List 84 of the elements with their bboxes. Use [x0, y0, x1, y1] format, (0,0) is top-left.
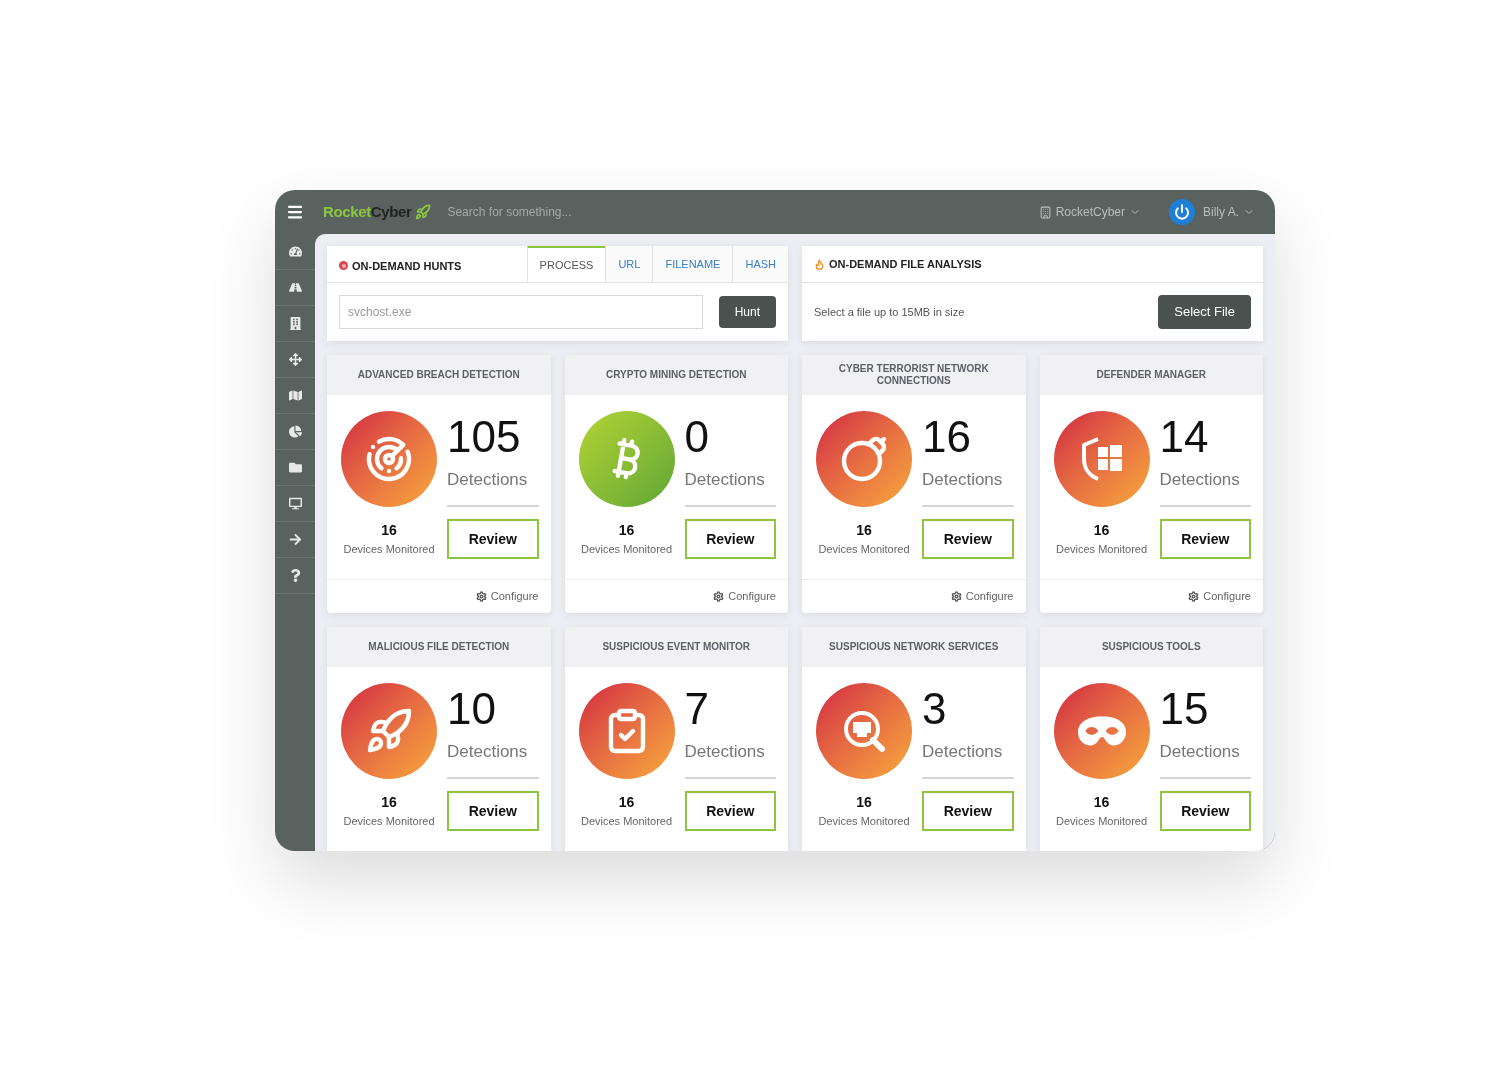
logo-wordmark: RocketCyber	[323, 201, 412, 222]
help-icon	[288, 569, 302, 582]
review-button[interactable]: Review	[447, 791, 539, 831]
review-button[interactable]: Review	[447, 519, 539, 559]
detections-label: Detections	[684, 469, 765, 491]
devices-label: Devices Monitored	[1055, 542, 1148, 558]
devices-label: Devices Monitored	[580, 542, 673, 558]
devices-label: Devices Monitored	[1055, 814, 1148, 830]
record-icon	[339, 261, 348, 271]
building-icon	[1038, 205, 1052, 219]
device-count: 16	[1093, 793, 1110, 813]
device-count: 16	[381, 521, 397, 541]
devices-label: Devices Monitored	[343, 542, 435, 558]
building-icon	[288, 317, 302, 330]
configure-link[interactable]: Configure	[713, 588, 776, 605]
devices-label: Devices Monitored	[818, 542, 910, 558]
review-button[interactable]: Review	[1159, 791, 1251, 831]
detection-count: 0	[684, 415, 709, 459]
configure-link[interactable]: Configure	[475, 588, 539, 605]
settings-icon	[1188, 591, 1200, 602]
rocket-logo-icon	[415, 204, 432, 220]
devices-label: Devices Monitored	[343, 814, 435, 830]
select-file-button[interactable]: Select File	[1158, 295, 1251, 329]
card-title: DEFENDER MANAGER	[1096, 368, 1206, 382]
detections-label: Detections	[922, 741, 1003, 763]
review-button[interactable]: Review	[684, 791, 776, 831]
flame-icon	[814, 258, 825, 270]
file-size-hint: Select a file up to 15MB in size	[814, 304, 965, 320]
power-icon	[1169, 199, 1195, 225]
detection-count: 15	[1159, 687, 1209, 731]
detection-count: 7	[684, 687, 709, 731]
card-title: ADVANCED BREACH DETECTION	[357, 368, 520, 382]
settings-icon	[950, 591, 962, 602]
device-count: 16	[618, 793, 635, 813]
devices-label: Devices Monitored	[580, 814, 673, 830]
card-title: CRYPTO MINING DETECTION	[605, 368, 747, 382]
detections-label: Detections	[684, 741, 765, 763]
detection-count: 105	[447, 415, 521, 459]
configure-link[interactable]: Configure	[950, 588, 1014, 605]
card-title: MALICIOUS FILE DETECTION	[368, 640, 510, 654]
device-count: 16	[618, 521, 635, 541]
road-icon	[288, 281, 302, 294]
detections-label: Detections	[1159, 741, 1240, 763]
hunt-tab[interactable]: HASH	[732, 246, 788, 282]
review-button[interactable]: Review	[684, 519, 776, 559]
device-count: 16	[381, 793, 397, 813]
detections-label: Detections	[922, 469, 1003, 491]
settings-icon	[713, 591, 725, 602]
folder-icon	[288, 461, 302, 474]
pie-chart-icon	[288, 425, 302, 438]
configure-link[interactable]: Configure	[1188, 588, 1251, 605]
monitor-icon	[288, 497, 302, 510]
review-button[interactable]: Review	[922, 791, 1014, 831]
arrow-right-icon	[288, 533, 302, 546]
detection-count: 10	[447, 687, 496, 731]
detections-label: Detections	[1159, 469, 1240, 491]
review-button[interactable]: Review	[1159, 519, 1251, 559]
search-field[interactable]: Search for something...	[447, 198, 708, 226]
panel-title: ON-DEMAND HUNTS	[352, 258, 462, 274]
settings-icon	[475, 591, 487, 602]
panel-title: ON-DEMAND FILE ANALYSIS	[829, 256, 982, 272]
hunt-input-field[interactable]: svchost.exe	[339, 295, 703, 329]
device-count: 16	[856, 521, 872, 541]
hunt-tab[interactable]: FILENAME	[652, 246, 733, 282]
device-count: 16	[1093, 521, 1110, 541]
detections-label: Detections	[447, 741, 528, 763]
detection-count: 3	[922, 687, 947, 731]
device-count: 16	[856, 793, 872, 813]
card-title: SUSPICIOUS EVENT MONITOR	[602, 640, 751, 654]
card-title: SUSPICIOUS NETWORK SERVICES	[829, 640, 999, 654]
hunt-tab[interactable]: PROCESS	[526, 246, 606, 282]
hunt-button[interactable]: Hunt	[718, 296, 776, 328]
detection-count: 16	[922, 415, 971, 459]
review-button[interactable]: Review	[922, 519, 1014, 559]
card-title: SUSPICIOUS TOOLS	[1101, 640, 1201, 654]
detections-label: Detections	[447, 469, 528, 491]
hunt-tab[interactable]: URL	[605, 246, 653, 282]
menu-icon	[286, 203, 304, 221]
map-icon	[288, 389, 302, 402]
move-arrows-icon	[288, 353, 302, 366]
detection-count: 14	[1159, 415, 1209, 459]
devices-label: Devices Monitored	[818, 814, 910, 830]
card-title: CYBER TERRORIST NETWORK CONNECTIONS	[837, 362, 990, 388]
gauge-icon	[288, 245, 302, 258]
